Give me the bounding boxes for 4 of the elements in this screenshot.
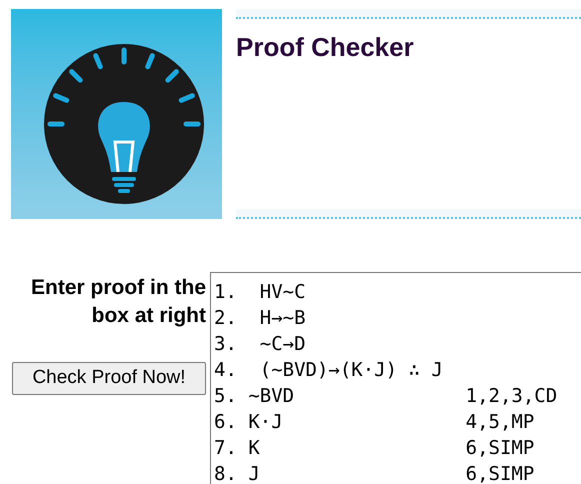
page-title: Proof Checker <box>236 31 415 64</box>
proof-input-field[interactable]: 1. HV~C 2. H→~B 3. ~C→D 4. (~BVD)→(K·J) ∴ J 5. ~BVD 1,2,3,CD 6. K·J 4,5,MP 7. K 6,SIMP 8. J 6,SIMP <box>210 272 581 484</box>
instruction-label: Enter proof in the box at right <box>30 275 206 329</box>
check-proof-button[interactable]: Check Proof Now! <box>12 362 206 395</box>
